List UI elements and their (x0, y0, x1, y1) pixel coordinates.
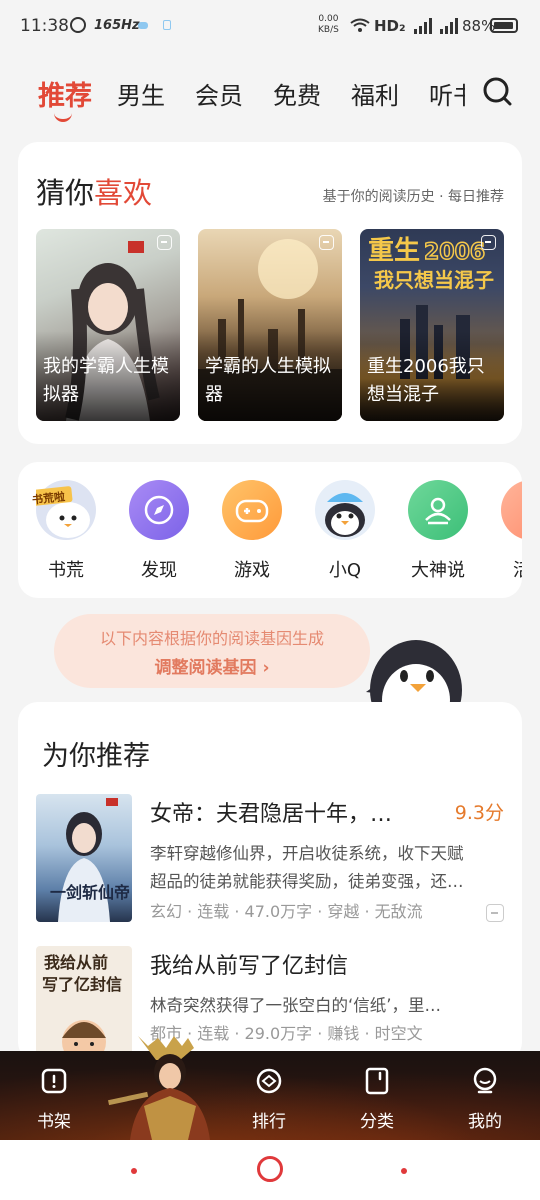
nav-label: 我的 (468, 1112, 502, 1132)
section-title: 猜你喜欢 (36, 176, 153, 210)
svg-text:2006: 2006 (424, 240, 485, 265)
notification-icon (163, 20, 171, 30)
wifi-icon (350, 18, 370, 32)
shortcut-label: 书荒 (48, 560, 84, 581)
shortcut-event[interactable]: 活动 (491, 480, 522, 582)
tab-audiobook[interactable]: 听书 (429, 76, 465, 111)
book-description: 李轩穿越修仙界，开启收徒系统，收下天赋 超品的徒弟就能获得奖励，徒弟变强，还… (150, 844, 464, 891)
system-navigation-bar (0, 1140, 540, 1200)
list-item[interactable]: 一剑斩仙帝 女帝：夫君隐居十年，… 9.3分 李轩穿越修仙界，开启收徒系统，收下… (18, 794, 522, 924)
remove-icon[interactable] (319, 235, 334, 250)
section-title: 为你推荐 (42, 741, 150, 772)
ranking-icon (256, 1068, 282, 1094)
status-time: 11:38 (20, 16, 69, 36)
shortcut-label: 小Q (328, 560, 362, 581)
tab-free[interactable]: 免费 (273, 76, 321, 111)
status-bar: 11:38 165Hz 0.00 KB/S HD₂ 88% (0, 0, 540, 56)
home-key[interactable] (257, 1156, 283, 1182)
not-interested-icon[interactable] (486, 904, 504, 922)
book-title: 重生2006我只想当混子 (367, 356, 485, 405)
nav-label: 分类 (360, 1112, 394, 1132)
category-icon (365, 1067, 389, 1095)
book-card[interactable]: 学霸的人生模拟器 (198, 229, 342, 421)
section-subtitle: 基于你的阅读历史 · 每日推荐 (322, 189, 504, 205)
active-tab-indicator (54, 111, 72, 122)
shortcut-label: 大神说 (411, 560, 465, 581)
menu-key[interactable] (131, 1168, 137, 1174)
gene-banner-text: 以下内容根据你的阅读基因生成 (99, 629, 324, 648)
shortcut-games[interactable]: 游戏 (212, 480, 292, 582)
nav-profile[interactable]: 我的 (450, 1067, 520, 1132)
event-icon (501, 480, 522, 540)
battery-icon (490, 18, 518, 33)
svg-text:重生: 重生 (368, 236, 420, 266)
search-icon[interactable] (482, 76, 512, 106)
signal-5g-icon (440, 18, 458, 34)
network-speed: 0.00 KB/S (318, 14, 339, 35)
book-score: 9.3分 (454, 802, 504, 824)
shortcut-xiaoq[interactable]: 小Q (305, 480, 385, 582)
compass-icon (129, 480, 189, 540)
nav-label: 排行 (252, 1112, 286, 1132)
shortcut-book-shortage[interactable]: 书荒啦 书荒 (26, 480, 106, 582)
book-card[interactable]: 我的学霸人生模拟器 (36, 229, 180, 421)
remove-icon[interactable] (481, 235, 496, 250)
bookshelf-icon (41, 1068, 67, 1094)
nav-bookshelf[interactable]: 书架 (19, 1067, 89, 1132)
signal-icon (414, 18, 432, 34)
bottom-navigation: 书架 排行 分类 我的 (0, 1051, 540, 1140)
book-shortage-icon: 书荒啦 (31, 480, 96, 540)
alarm-icon (70, 17, 86, 33)
book-description: 林奇突然获得了一张空白的‘信纸’，里… (150, 996, 441, 1015)
promo-character-image[interactable] (108, 1036, 236, 1140)
shortcut-bar: 书荒啦 书荒 发现 游戏 小Q 大神说 (18, 462, 522, 598)
shortcut-label: 活动 (491, 556, 522, 582)
book-cover: 一剑斩仙帝 (36, 794, 132, 922)
hd-voice-indicator: HD₂ (374, 17, 406, 35)
svg-text:一剑斩仙帝: 一剑斩仙帝 (50, 883, 130, 902)
tab-vip[interactable]: 会员 (195, 76, 243, 111)
shortcut-badge: 书荒啦 (31, 490, 66, 507)
book-title: 我给从前写了亿封信 (150, 954, 349, 979)
book-title: 女帝：夫君隐居十年，… (150, 802, 393, 827)
author-talk-icon (408, 480, 468, 540)
penguin-mascot-icon (315, 480, 375, 540)
penguin-mascot-icon (366, 640, 462, 710)
adjust-gene-link[interactable]: 调整阅读基因 › (54, 653, 370, 678)
guess-you-like-card: 猜你喜欢 基于你的阅读历史 · 每日推荐 我的学霸人生模拟器 学霸的人生模拟器 … (18, 142, 522, 444)
tab-welfare[interactable]: 福利 (351, 76, 399, 111)
svg-text:我只想当混子: 我只想当混子 (374, 268, 494, 292)
recommend-card: 为你推荐 一剑斩仙帝 女帝：夫君隐居十年，… 9.3分 李轩穿越修仙界，开启收徒… (18, 702, 522, 1074)
shortcut-discover[interactable]: 发现 (119, 480, 199, 582)
shortcut-author-talk[interactable]: 大神说 (398, 480, 478, 582)
book-tags: 玄幻 · 连载 · 47.0万字 · 穿越 · 无敌流 (150, 902, 423, 921)
book-card[interactable]: 重生 2006 我只想当混子 重生2006我只想当混子 (360, 229, 504, 421)
nav-category[interactable]: 分类 (342, 1067, 412, 1132)
profile-icon (473, 1067, 497, 1094)
svg-text:写了亿封信: 写了亿封信 (42, 975, 122, 994)
shortcut-label: 发现 (141, 560, 177, 581)
nav-label: 书架 (37, 1112, 71, 1132)
shortcut-label: 游戏 (234, 560, 270, 581)
book-title: 学霸的人生模拟器 (205, 356, 331, 405)
reading-gene-banner[interactable]: 以下内容根据你的阅读基因生成 调整阅读基因 › (54, 614, 370, 688)
tab-recommend[interactable]: 推荐 (38, 74, 92, 113)
category-tabs: 推荐 男生 会员 免费 福利 听书 (0, 70, 540, 122)
back-key[interactable] (401, 1168, 407, 1174)
book-title: 我的学霸人生模拟器 (43, 356, 169, 405)
remove-icon[interactable] (157, 235, 172, 250)
gamepad-icon (222, 480, 282, 540)
refresh-rate: 165Hz (94, 18, 140, 33)
notification-icon (138, 22, 148, 29)
svg-text:我给从前: 我给从前 (44, 953, 108, 972)
nav-ranking[interactable]: 排行 (234, 1067, 304, 1132)
tab-male[interactable]: 男生 (117, 76, 165, 111)
